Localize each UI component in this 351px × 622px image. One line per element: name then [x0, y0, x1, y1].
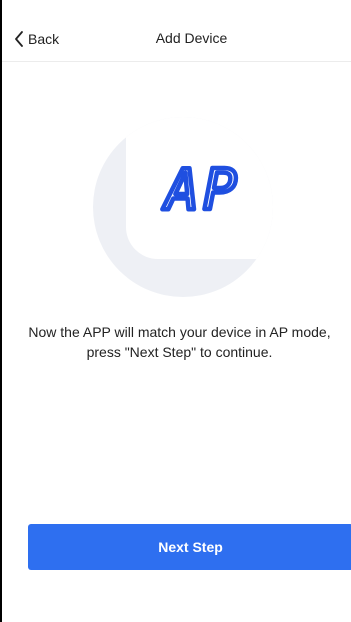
ap-display-text: AP	[160, 157, 240, 217]
ap-display-label: AP	[162, 158, 240, 217]
navigation-bar: Back Add Device	[2, 0, 351, 62]
add-device-screen: Back Add Device AP Now the APP will matc…	[0, 0, 351, 622]
next-step-button[interactable]: Next Step	[28, 524, 351, 570]
instruction-text: Now the APP will match your device in AP…	[28, 324, 331, 360]
page-title: Add Device	[155, 30, 228, 46]
ap-mode-illustration: AP	[93, 117, 273, 297]
